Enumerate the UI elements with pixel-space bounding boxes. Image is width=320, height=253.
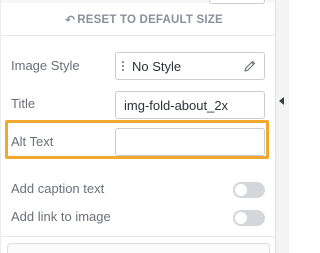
alt-text-input[interactable]: [115, 128, 265, 156]
title-input[interactable]: img-fold-about_2x: [115, 91, 265, 119]
next-section-card: [7, 243, 270, 253]
pencil-icon[interactable]: [243, 59, 257, 73]
caret-left-icon[interactable]: [279, 97, 284, 105]
image-settings-panel: ↶ RESET TO DEFAULT SIZE Image Style No S…: [0, 0, 276, 253]
panel-collapse-tab[interactable]: [275, 0, 289, 253]
caption-toggle[interactable]: [233, 182, 265, 198]
caption-label: Add caption text: [11, 181, 105, 196]
title-value: img-fold-about_2x: [124, 97, 229, 113]
drag-handle-icon: [122, 61, 126, 71]
image-style-label: Image Style: [11, 58, 80, 73]
size-input-partial[interactable]: [209, 0, 265, 4]
link-toggle[interactable]: [233, 210, 265, 226]
undo-icon: ↶: [65, 13, 76, 27]
section-divider: [1, 236, 276, 237]
image-style-select[interactable]: No Style: [115, 52, 265, 80]
image-style-value: No Style: [132, 58, 182, 74]
alt-text-label: Alt Text: [11, 134, 54, 149]
link-label: Add link to image: [11, 209, 111, 224]
reset-label: RESET TO DEFAULT SIZE: [77, 14, 223, 26]
toggle-knob: [235, 184, 247, 196]
toggle-knob: [235, 212, 247, 224]
title-label: Title: [11, 96, 36, 111]
reset-to-default-size-button[interactable]: ↶ RESET TO DEFAULT SIZE: [65, 14, 223, 26]
section-divider: [1, 35, 276, 36]
